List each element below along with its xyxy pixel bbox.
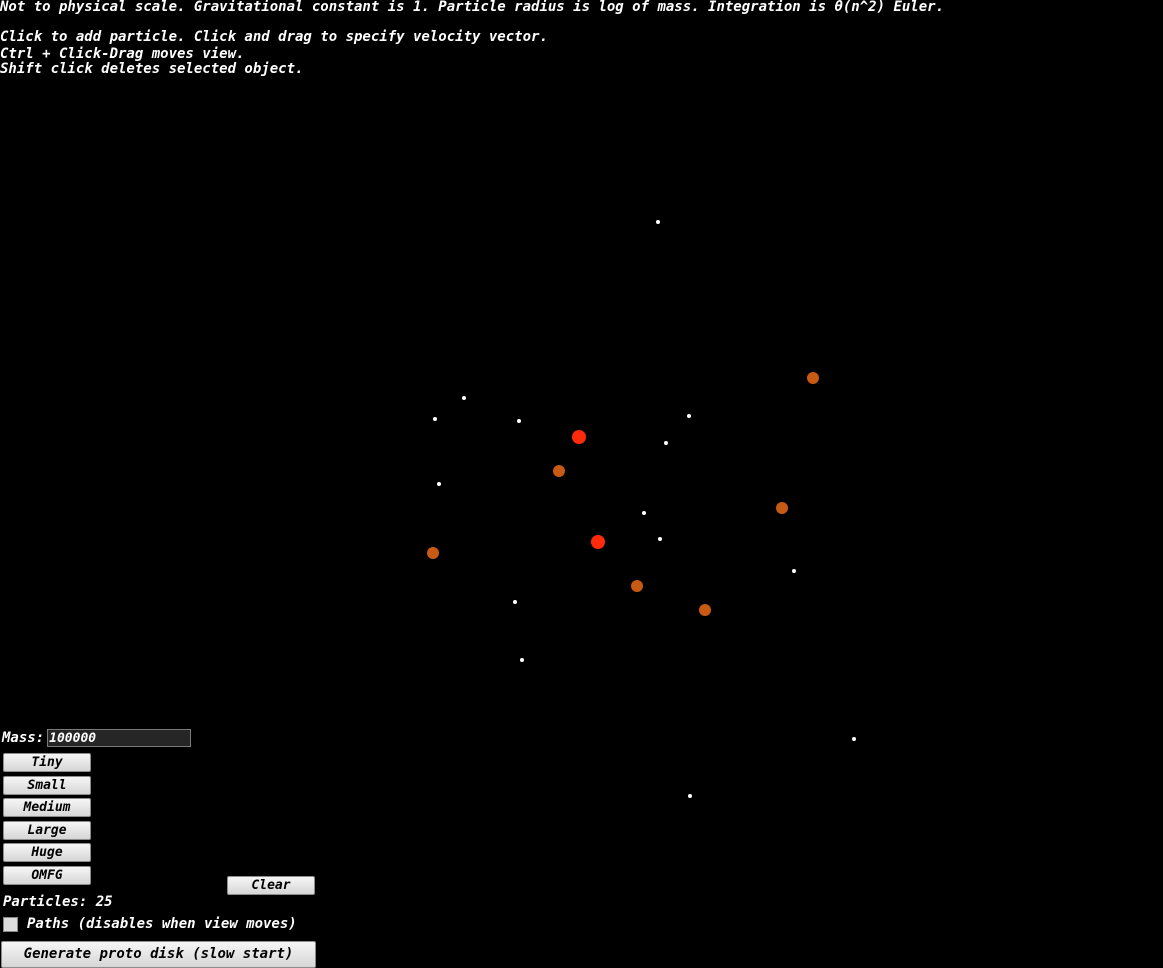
particle[interactable] <box>687 414 691 418</box>
particle[interactable] <box>852 737 856 741</box>
particle[interactable] <box>517 419 521 423</box>
particle[interactable] <box>591 535 605 549</box>
paths-checkbox[interactable] <box>3 916 18 932</box>
particle[interactable] <box>553 465 565 477</box>
mass-row: Mass: <box>2 729 192 747</box>
particle[interactable] <box>520 658 524 662</box>
info-line-delete: Shift click deletes selected object. <box>0 61 304 77</box>
generate-proto-disk-button[interactable]: Generate proto disk (slow start) <box>1 941 316 968</box>
particle[interactable] <box>776 502 788 514</box>
info-line-physics: Not to physical scale. Gravitational con… <box>0 0 945 15</box>
particle[interactable] <box>513 600 517 604</box>
particle[interactable] <box>658 537 662 541</box>
particle-count: Particles: 25 <box>3 894 113 910</box>
clear-button[interactable]: Clear <box>227 876 315 895</box>
particle[interactable] <box>572 430 586 444</box>
particle[interactable] <box>631 580 643 592</box>
tiny-button[interactable]: Tiny <box>3 753 91 772</box>
particle[interactable] <box>664 441 668 445</box>
particle[interactable] <box>656 220 660 224</box>
small-button[interactable]: Small <box>3 776 91 795</box>
mass-input[interactable] <box>47 729 192 747</box>
large-button[interactable]: Large <box>3 821 91 840</box>
mass-label: Mass: <box>2 730 45 746</box>
simulation-stage[interactable]: Not to physical scale. Gravitational con… <box>0 0 1163 968</box>
particle[interactable] <box>433 417 437 421</box>
particle[interactable] <box>699 604 711 616</box>
particle[interactable] <box>462 396 466 400</box>
info-line-add-particle: Click to add particle. Click and drag to… <box>0 29 548 45</box>
paths-option[interactable]: Paths (disables when view moves) <box>3 916 297 932</box>
particle[interactable] <box>792 569 796 573</box>
huge-button[interactable]: Huge <box>3 843 91 862</box>
paths-label: Paths (disables when view moves) <box>27 916 297 932</box>
particle[interactable] <box>427 547 439 559</box>
particle[interactable] <box>642 511 646 515</box>
particle[interactable] <box>688 794 692 798</box>
particle[interactable] <box>437 482 441 486</box>
medium-button[interactable]: Medium <box>3 798 91 817</box>
particle[interactable] <box>807 372 819 384</box>
simulation-canvas[interactable] <box>0 0 1163 968</box>
omfg-button[interactable]: OMFG <box>3 866 91 885</box>
info-line-move-view: Ctrl + Click-Drag moves view. <box>0 46 245 62</box>
